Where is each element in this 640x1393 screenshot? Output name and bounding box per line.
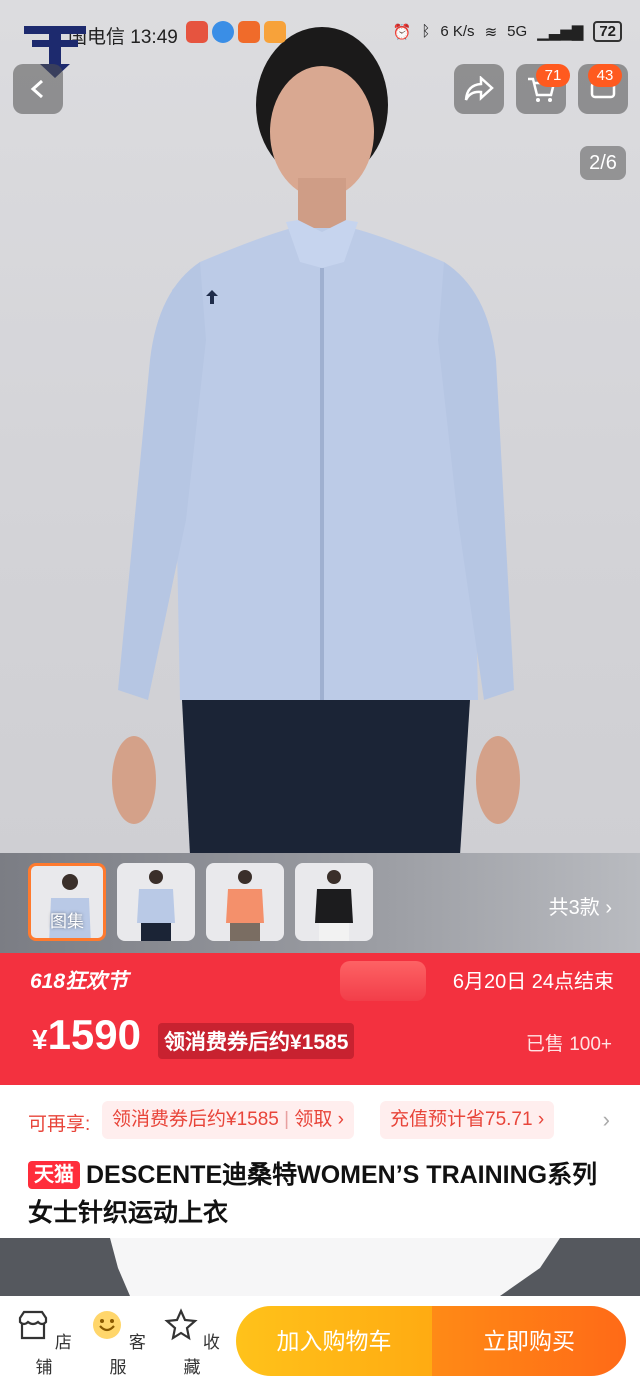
gallery-thumb-4[interactable] <box>295 863 373 941</box>
gallery-thumb-1[interactable]: 图集 <box>28 863 106 941</box>
variants-count-link[interactable]: 共3款 › <box>549 891 612 920</box>
app2-notification-icon <box>238 21 260 43</box>
promo-name: 618狂欢节 <box>30 970 129 993</box>
currency-symbol: ¥ <box>32 1024 48 1055</box>
add-to-cart-button[interactable]: 加入购物车 <box>236 1306 432 1376</box>
thumb-model-icon <box>137 870 175 941</box>
price-banner: 618狂欢节 6月20日 24点结束 ¥1590 领消费券后约¥1585 已售 … <box>0 953 640 1085</box>
buy-now-button[interactable]: 立即购买 <box>432 1306 626 1376</box>
current-price: ¥1590 <box>32 1011 141 1059</box>
share-icon <box>464 76 494 101</box>
product-title: 天猫 DESCENTE迪桑特WOMEN’S TRAINING系列女士针织运动上衣 <box>28 1156 618 1232</box>
chevron-right-icon: › <box>337 1109 344 1130</box>
chevron-left-icon <box>30 79 43 99</box>
battery-indicator: 72 <box>593 21 622 42</box>
recharge-chip-text: 充值预计省75.71 <box>390 1109 533 1130</box>
benefits-more-chevron-icon[interactable]: › <box>603 1107 610 1133</box>
status-bar: 国电信 13:49 ⏰ ᛒ 6 K/s ≋ 5G ▁▃▅▇ 72 <box>0 18 640 52</box>
tmall-cat-icon <box>340 961 426 1001</box>
chevron-right-icon: › <box>605 897 612 919</box>
thumb-model-icon <box>315 870 353 941</box>
gallery-label: 图集 <box>50 912 84 931</box>
browser-notification-icon <box>212 21 234 43</box>
share-button[interactable] <box>454 64 504 114</box>
status-app-icons <box>186 21 286 43</box>
bottom-action-bar: 店铺 客服 收藏 加入购物车 立即购买 <box>0 1296 640 1393</box>
coupon-price-label: 领消费券后约¥1585 <box>158 1023 355 1059</box>
thumb-model-icon <box>226 870 264 941</box>
alarm-icon: ⏰ <box>392 23 412 41</box>
status-right: ⏰ ᛒ 6 K/s ≋ 5G ▁▃▅▇ 72 <box>393 21 622 42</box>
sold-count: 已售 100+ <box>525 1034 612 1055</box>
back-button[interactable] <box>13 64 63 114</box>
gallery-thumb-2[interactable] <box>117 863 195 941</box>
coupon-claim-action: 领取 <box>294 1109 333 1130</box>
gallery-thumb-3[interactable] <box>206 863 284 941</box>
bluetooth-icon: ᛒ <box>421 23 431 40</box>
extra-benefits-row: 可再享: 领消费券后约¥1585 | 领取 › 充值预计省75.71 › › <box>0 1085 640 1155</box>
service-tab[interactable]: 客服 <box>88 1308 148 1378</box>
net-speed: 6 K/s <box>440 23 475 40</box>
signal-label: 5G <box>507 23 528 40</box>
coupon-chip[interactable]: 领消费券后约¥1585 | 领取 › <box>102 1101 354 1139</box>
model-photo <box>112 27 520 855</box>
signal-icon: ▁▃▅▇ <box>537 23 584 41</box>
coupon-chip-text: 领消费券后约¥1585 <box>112 1109 279 1130</box>
page-indicator: 2/6 <box>580 146 626 180</box>
variant-gallery-strip: 图集 共3款 › <box>0 853 640 953</box>
chevron-right-icon: › <box>537 1109 545 1130</box>
image-loading-strip <box>0 1238 640 1296</box>
store-tab[interactable]: 店铺 <box>14 1308 74 1378</box>
benefits-label: 可再享: <box>28 1114 91 1135</box>
app-notification-icon <box>186 21 208 43</box>
message-badge: 43 <box>588 64 622 87</box>
promo-end-time: 6月20日 24点结束 <box>452 971 614 993</box>
product-title-text: DESCENTE迪桑特WOMEN’S TRAINING系列女士针织运动上衣 <box>28 1161 598 1227</box>
price-value: 1590 <box>47 1011 142 1058</box>
favorite-tab[interactable]: 收藏 <box>162 1308 222 1378</box>
product-hero-image[interactable]: 国电信 13:49 ⏰ ᛒ 6 K/s ≋ 5G ▁▃▅▇ 72 71 43 2… <box>0 0 640 855</box>
variants-count-label: 共3款 <box>548 897 600 919</box>
store-icon <box>19 1310 48 1340</box>
wifi-icon: ≋ <box>484 23 498 41</box>
cart-badge: 71 <box>536 64 570 87</box>
placeholder-image <box>110 1238 560 1296</box>
recharge-chip[interactable]: 充值预计省75.71 › <box>380 1101 555 1139</box>
star-icon <box>164 1308 198 1341</box>
app3-notification-icon <box>264 21 286 43</box>
customer-service-icon <box>93 1311 122 1339</box>
tmall-tag: 天猫 <box>28 1161 80 1189</box>
